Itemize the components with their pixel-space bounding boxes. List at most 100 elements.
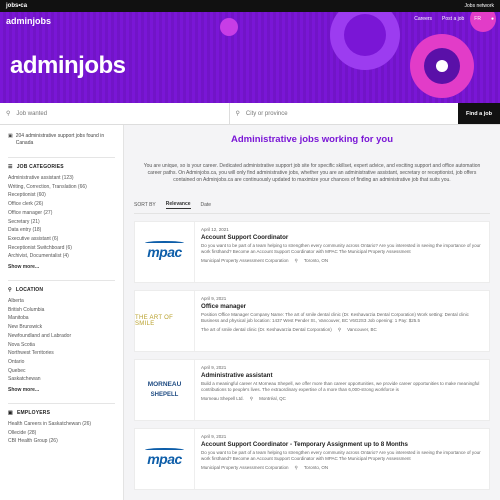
job-description: Build a meaningful career At Morneau She… xyxy=(201,380,480,392)
job-search-field[interactable]: ⚲ Job wanted xyxy=(0,103,229,124)
employer-item[interactable]: Health Careers in Saskatchewan (26) xyxy=(8,420,115,429)
job-description: Do you want to be part of a team helping… xyxy=(201,242,481,254)
job-meta: Municipal Property Assessment Corporatio… xyxy=(201,258,483,264)
category-item[interactable]: Data entry (18) xyxy=(8,226,115,235)
site-logo-small[interactable]: adminjobs xyxy=(6,16,51,26)
location-search-field[interactable]: ⚲ City or province xyxy=(228,103,459,124)
location-pin-icon: ⚲ xyxy=(8,287,12,294)
job-card[interactable]: mpac April 12, 2021 Account Support Coor… xyxy=(134,220,490,283)
category-item[interactable]: Office clerk (26) xyxy=(8,200,115,209)
sort-relevance[interactable]: Relevance xyxy=(165,201,191,209)
header-nav: Careers Post a job FR ● xyxy=(414,16,494,22)
top-network-bar: jobs•ca Jobs network xyxy=(0,0,500,12)
logo-line-2: SHEPELL xyxy=(150,391,179,398)
nav-post-job[interactable]: Post a job xyxy=(442,16,464,22)
show-more-categories[interactable]: Show more... xyxy=(8,264,115,270)
nav-language[interactable]: FR xyxy=(474,16,481,22)
job-meta: The art of smile dental clinic (Dr. Kesh… xyxy=(201,327,483,333)
decor-circle xyxy=(344,14,386,56)
jobs-ca-logo[interactable]: jobs•ca xyxy=(6,3,27,9)
divider xyxy=(8,280,115,282)
decor-circle xyxy=(436,60,448,72)
job-title[interactable]: Account Support Coordinator - Temporary … xyxy=(201,441,483,448)
job-search-input[interactable]: Job wanted xyxy=(16,111,47,117)
job-description: Position Office Manager Company Name: Th… xyxy=(201,311,469,323)
site-logo-large: adminjobs xyxy=(10,52,126,79)
divider xyxy=(8,403,115,405)
search-bar: ⚲ Job wanted ⚲ City or province Find a j… xyxy=(0,103,500,125)
job-card[interactable]: mpac April 9, 2021 Account Support Coord… xyxy=(134,427,490,490)
location-item[interactable]: Ontario xyxy=(8,358,115,367)
job-company: The art of smile dental clinic (Dr. Kesh… xyxy=(201,326,332,332)
category-item[interactable]: Archivist, Documentalist (4) xyxy=(8,252,115,261)
job-description: Do you want to be part of a team helping… xyxy=(201,449,481,461)
employers-heading: ▣ EMPLOYERS xyxy=(8,410,115,416)
employer-item[interactable]: Ollecide (28) xyxy=(8,429,115,438)
company-logo: mpac xyxy=(135,221,195,282)
job-company: Municipal Property Assessment Corporatio… xyxy=(201,464,289,470)
category-item[interactable]: Office manager (27) xyxy=(8,209,115,218)
job-date: April 12, 2021 xyxy=(201,226,229,232)
job-title[interactable]: Administrative assistant xyxy=(201,372,483,379)
find-job-button[interactable]: Find a job xyxy=(458,103,500,124)
category-item[interactable]: Writing, Correction, Translation (66) xyxy=(8,183,115,192)
mpac-logo: mpac xyxy=(145,240,184,260)
job-date: April 9, 2021 xyxy=(201,433,227,439)
location-pin-icon: ⚲ xyxy=(235,111,240,117)
job-company: Morneau Shepell Ltd. xyxy=(201,395,244,401)
logo-line-1: MORNEAU xyxy=(147,380,182,388)
art-of-smile-logo: THE ART OF SMILE xyxy=(135,314,174,327)
location-item[interactable]: Manitoba xyxy=(8,314,115,323)
location-list: Alberta British Columbia Manitoba New Br… xyxy=(8,297,115,384)
company-logo: mpac xyxy=(135,428,195,489)
employer-item[interactable]: CBI Health Group (26) xyxy=(8,437,115,446)
location-item[interactable]: Northwest Territories xyxy=(8,349,115,358)
company-logo: THE ART OF SMILE xyxy=(135,290,195,351)
page-title: Administrative jobs working for you xyxy=(230,134,394,145)
job-location: Vancouver, BC xyxy=(347,326,377,332)
location-input[interactable]: City or province xyxy=(246,111,288,117)
job-title[interactable]: Office manager xyxy=(201,303,483,310)
sort-date[interactable]: Date xyxy=(201,202,212,208)
job-card[interactable]: MORNEAU SHEPELL April 9, 2021 Administra… xyxy=(134,358,490,421)
location-title: LOCATION xyxy=(15,287,44,294)
location-pin-icon: ⚲ xyxy=(294,464,298,470)
category-item[interactable]: Receptionist Switchboard (6) xyxy=(8,244,115,253)
employer-list: Health Careers in Saskatchewan (26) Olle… xyxy=(8,420,115,446)
sort-label: SORT BY xyxy=(134,201,156,208)
building-icon: ▣ xyxy=(8,410,13,417)
briefcase-icon: ▣ xyxy=(8,133,13,139)
job-card[interactable]: THE ART OF SMILE April 9, 2021 Office ma… xyxy=(134,289,490,352)
location-item[interactable]: Newfoundland and Labrador xyxy=(8,332,115,341)
job-date: April 9, 2021 xyxy=(201,295,227,301)
location-item[interactable]: Alberta xyxy=(8,297,115,306)
location-heading: ⚲ LOCATION xyxy=(8,287,115,293)
location-item[interactable]: Nova Scotia xyxy=(8,341,115,350)
job-date: April 9, 2021 xyxy=(201,364,227,370)
category-item[interactable]: Secretary (21) xyxy=(8,218,115,227)
location-pin-icon: ⚲ xyxy=(249,395,254,401)
search-icon: ⚲ xyxy=(6,111,11,117)
employers-title: EMPLOYERS xyxy=(16,410,51,417)
intro-text: You are unique, so is your career. Dedic… xyxy=(143,163,481,184)
category-item[interactable]: Administrative assistant (123) xyxy=(8,174,115,183)
location-pin-icon: ⚲ xyxy=(337,326,342,332)
category-item[interactable]: Receptionist (60) xyxy=(8,191,115,200)
sort-bar: SORT BY Relevance Date xyxy=(134,201,490,214)
location-item[interactable]: Saskatchewan xyxy=(8,375,115,384)
job-title[interactable]: Account Support Coordinator xyxy=(201,234,483,241)
show-more-locations[interactable]: Show more... xyxy=(8,387,115,393)
location-item[interactable]: New Brunswick xyxy=(8,323,115,332)
nav-careers[interactable]: Careers xyxy=(414,16,432,22)
company-logo: MORNEAU SHEPELL xyxy=(135,359,195,420)
category-item[interactable]: Executive assistant (6) xyxy=(8,235,115,244)
location-item[interactable]: British Columbia xyxy=(8,306,115,315)
hero-banner: adminjobs Careers Post a job FR ● adminj… xyxy=(0,12,500,103)
user-icon[interactable]: ● xyxy=(491,16,494,22)
job-results: Administrative jobs working for you You … xyxy=(124,125,500,500)
job-location: Montréal, QC xyxy=(259,395,286,401)
jobs-network-link[interactable]: Jobs network xyxy=(465,3,494,9)
location-item[interactable]: Quebec xyxy=(8,367,115,376)
job-location: Toronto, ON xyxy=(303,464,329,470)
mpac-logo: mpac xyxy=(145,447,184,467)
